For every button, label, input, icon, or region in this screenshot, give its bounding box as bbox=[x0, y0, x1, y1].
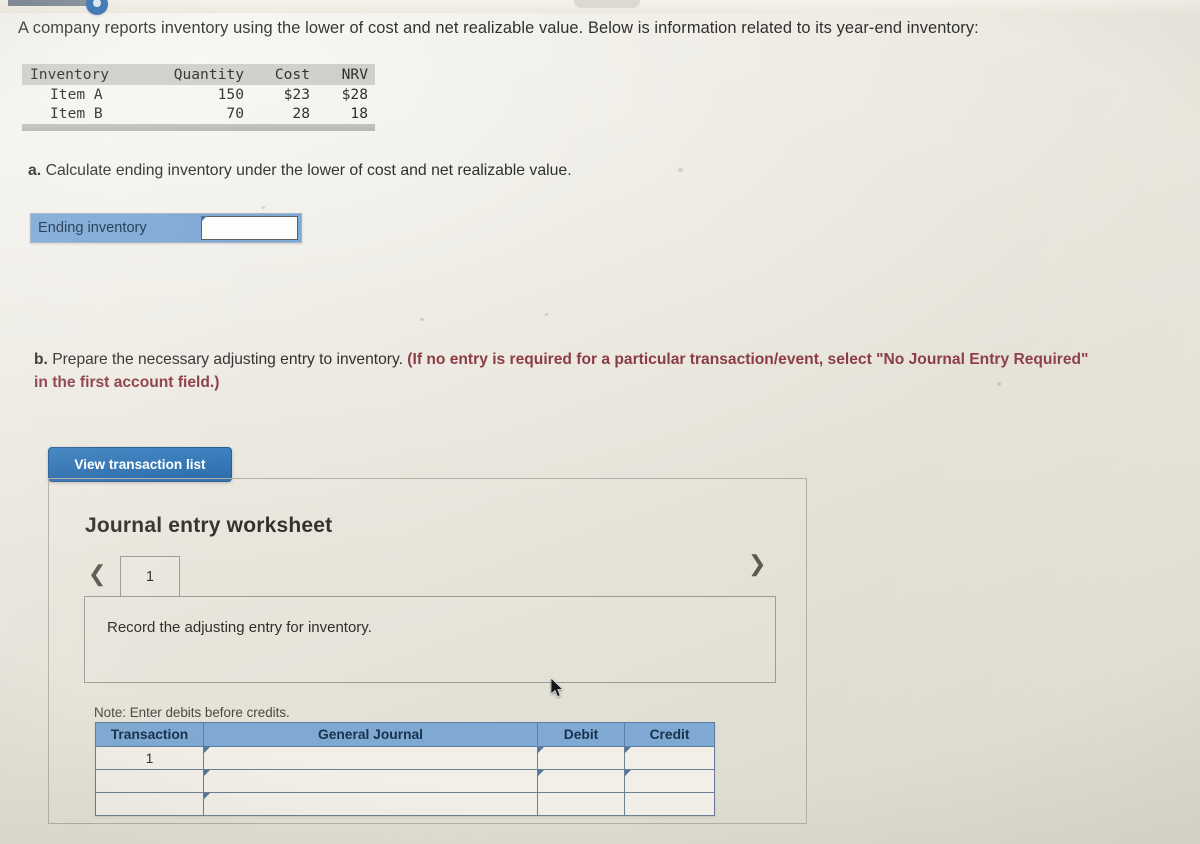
browser-toolbar-pill[interactable] bbox=[574, 0, 640, 8]
journal-cell-account[interactable] bbox=[203, 769, 538, 793]
journal-header-transaction: Transaction bbox=[95, 722, 204, 747]
table-row bbox=[95, 792, 715, 816]
chevron-left-icon[interactable]: ❮ bbox=[88, 562, 106, 587]
paper-speck bbox=[262, 206, 265, 209]
cell-marker-icon bbox=[204, 793, 210, 799]
journal-debit-input-3[interactable] bbox=[538, 793, 624, 815]
journal-cell-debit[interactable] bbox=[537, 746, 625, 770]
tab-entry-1[interactable]: 1 bbox=[120, 556, 180, 597]
journal-account-input-3[interactable] bbox=[204, 793, 537, 815]
cell-marker-icon bbox=[625, 747, 631, 753]
cell-marker-icon bbox=[625, 770, 631, 776]
mouse-pointer-icon bbox=[551, 678, 564, 698]
worksheet-title: Journal entry worksheet bbox=[85, 514, 333, 537]
cell-marker-icon bbox=[201, 216, 207, 222]
table-row bbox=[95, 769, 715, 793]
cell-inventory: Item B bbox=[50, 105, 103, 122]
journal-cell-debit[interactable] bbox=[537, 792, 625, 816]
inventory-table-footer-bar bbox=[22, 124, 375, 131]
header-nrv: NRV bbox=[341, 66, 368, 83]
worksheet-tab-bar: ❮ 1 ❯ bbox=[84, 552, 774, 597]
view-transaction-list-button[interactable]: View transaction list bbox=[48, 447, 232, 482]
journal-debit-input-1[interactable] bbox=[538, 747, 624, 769]
journal-cell-credit[interactable] bbox=[624, 792, 715, 816]
chevron-right-icon[interactable]: ❯ bbox=[748, 552, 766, 577]
part-a-text: Calculate ending inventory under the low… bbox=[41, 162, 572, 179]
ending-inventory-label: Ending inventory bbox=[38, 220, 147, 236]
part-a-instruction: a. Calculate ending inventory under the … bbox=[28, 162, 572, 180]
ending-inventory-input[interactable] bbox=[202, 217, 297, 239]
journal-header-row: Transaction General Journal Debit Credit bbox=[95, 722, 715, 747]
paper-speck bbox=[997, 382, 1001, 386]
cell-cost: 28 bbox=[292, 105, 310, 122]
table-row: Item A 150 $23 $28 bbox=[22, 85, 375, 104]
inventory-table: Inventory Quantity Cost NRV Item A 150 $… bbox=[22, 64, 375, 131]
cell-cost: $23 bbox=[283, 86, 310, 103]
browser-tab-title-fragment[interactable] bbox=[8, 0, 94, 6]
journal-cell-transaction: 1 bbox=[95, 746, 204, 770]
part-b-instruction: b. Prepare the necessary adjusting entry… bbox=[34, 348, 1094, 394]
journal-header-debit: Debit bbox=[537, 722, 625, 747]
cell-marker-icon bbox=[538, 747, 544, 753]
journal-cell-account[interactable] bbox=[203, 746, 538, 770]
ending-inventory-input-wrapper bbox=[201, 216, 298, 240]
journal-credit-input-3[interactable] bbox=[625, 793, 714, 815]
cell-quantity: 70 bbox=[226, 105, 244, 122]
paper-speck bbox=[545, 313, 548, 316]
ending-inventory-row: Ending inventory bbox=[30, 213, 302, 243]
journal-header-credit: Credit bbox=[624, 722, 715, 747]
debits-before-credits-note: Note: Enter debits before credits. bbox=[94, 705, 290, 720]
journal-debit-input-2[interactable] bbox=[538, 770, 624, 792]
question-prompt: A company reports inventory using the lo… bbox=[18, 19, 979, 37]
header-quantity: Quantity bbox=[173, 66, 244, 83]
worksheet-content-panel: Record the adjusting entry for inventory… bbox=[84, 596, 776, 683]
inventory-table-header-row: Inventory Quantity Cost NRV bbox=[22, 64, 375, 85]
worksheet-entry-description: Record the adjusting entry for inventory… bbox=[107, 619, 372, 636]
journal-cell-debit[interactable] bbox=[537, 769, 625, 793]
part-a-marker: a. bbox=[28, 162, 42, 179]
journal-cell-credit[interactable] bbox=[624, 746, 715, 770]
table-row: 1 bbox=[95, 746, 715, 770]
journal-cell-credit[interactable] bbox=[624, 769, 715, 793]
part-b-lead-text: Prepare the necessary adjusting entry to… bbox=[47, 351, 408, 368]
cell-marker-icon bbox=[204, 770, 210, 776]
general-journal-table: Transaction General Journal Debit Credit… bbox=[95, 722, 715, 816]
part-b-marker: b. bbox=[34, 351, 48, 368]
journal-credit-input-1[interactable] bbox=[625, 747, 714, 769]
paper-speck bbox=[420, 318, 424, 321]
table-row: Item B 70 28 18 bbox=[22, 104, 375, 123]
journal-account-input-2[interactable] bbox=[204, 770, 537, 792]
header-inventory: Inventory bbox=[30, 66, 110, 83]
journal-cell-account[interactable] bbox=[203, 792, 538, 816]
journal-cell-transaction bbox=[95, 769, 204, 793]
cell-nrv: 18 bbox=[350, 105, 368, 122]
paper-speck bbox=[678, 168, 683, 172]
cell-marker-icon bbox=[204, 747, 210, 753]
cell-nrv: $28 bbox=[341, 86, 368, 103]
header-cost: Cost bbox=[274, 66, 310, 83]
journal-account-input-1[interactable] bbox=[204, 747, 537, 769]
journal-credit-input-2[interactable] bbox=[625, 770, 714, 792]
journal-header-general-journal: General Journal bbox=[203, 722, 538, 747]
journal-cell-transaction bbox=[95, 792, 204, 816]
cell-quantity: 150 bbox=[217, 86, 244, 103]
cell-marker-icon bbox=[538, 770, 544, 776]
cell-inventory: Item A bbox=[50, 86, 103, 103]
